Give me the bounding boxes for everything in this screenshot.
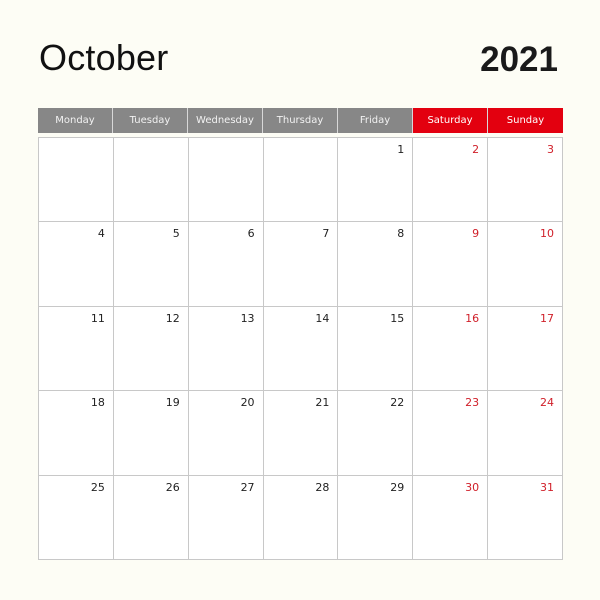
day-cell[interactable]: 1: [338, 138, 414, 223]
empty-day-cell[interactable]: [188, 138, 264, 223]
day-header-wednesday: Wednesday: [188, 108, 263, 133]
day-cell[interactable]: 5: [113, 222, 189, 307]
day-number: 5: [172, 227, 180, 241]
day-number: 17: [539, 311, 554, 325]
day-cell[interactable]: 7: [263, 222, 339, 307]
day-cell[interactable]: 18: [39, 391, 114, 476]
day-cell[interactable]: 17: [488, 306, 563, 392]
day-cell[interactable]: 8: [338, 222, 414, 307]
day-cell[interactable]: 19: [113, 391, 189, 476]
day-cell[interactable]: 30: [413, 475, 489, 560]
day-number: 10: [539, 227, 554, 241]
empty-day-cell[interactable]: [113, 138, 189, 223]
day-number: 22: [390, 396, 405, 410]
day-number: 20: [240, 396, 255, 410]
day-number: 26: [165, 480, 180, 494]
day-cell[interactable]: 27: [188, 475, 264, 560]
day-header-thursday: Thursday: [263, 108, 338, 133]
day-number: 15: [390, 311, 405, 325]
day-cell[interactable]: 10: [488, 222, 563, 307]
day-cell[interactable]: 15: [338, 306, 414, 392]
day-header-saturday: Saturday: [413, 108, 488, 133]
day-cell[interactable]: 6: [188, 222, 264, 307]
day-number: 12: [165, 311, 180, 325]
day-number: 23: [465, 396, 480, 410]
day-number: 2: [472, 143, 480, 156]
day-number: 24: [539, 396, 554, 410]
day-cell[interactable]: 21: [263, 391, 339, 476]
day-number: 18: [90, 396, 105, 410]
day-number: 11: [90, 311, 105, 325]
day-number: 14: [315, 311, 330, 325]
day-number: 29: [390, 480, 405, 494]
day-cell[interactable]: 14: [263, 306, 339, 392]
day-number: 4: [97, 227, 105, 241]
day-cell[interactable]: 16: [413, 306, 489, 392]
day-cell[interactable]: 9: [413, 222, 489, 307]
empty-day-cell[interactable]: [39, 138, 114, 223]
day-number: 30: [465, 480, 480, 494]
weekday-header-row: Monday Tuesday Wednesday Thursday Friday…: [38, 108, 563, 133]
day-cell[interactable]: 24: [488, 391, 563, 476]
day-cell[interactable]: 25: [39, 475, 114, 560]
day-number: 16: [465, 311, 480, 325]
year-title: 2021: [480, 40, 558, 79]
day-number: 21: [315, 396, 330, 410]
day-cell[interactable]: 29: [338, 475, 414, 560]
calendar-grid: 1 2 3 4 5 6 7 8 9 10 11 12 13 14 15 16 17 18 19 20 21 22 23 24 2…: [38, 137, 563, 560]
day-number: 8: [397, 227, 405, 241]
day-number: 28: [315, 480, 330, 494]
day-cell[interactable]: 28: [263, 475, 339, 560]
day-number: 19: [165, 396, 180, 410]
day-number: 31: [539, 480, 554, 494]
day-header-tuesday: Tuesday: [113, 108, 188, 133]
month-title: October: [39, 37, 169, 78]
day-number: 13: [240, 311, 255, 325]
empty-day-cell[interactable]: [263, 138, 339, 223]
day-header-friday: Friday: [338, 108, 413, 133]
day-number: 9: [472, 227, 480, 241]
day-header-sunday: Sunday: [488, 108, 563, 133]
day-cell[interactable]: 20: [188, 391, 264, 476]
day-cell[interactable]: 22: [338, 391, 414, 476]
day-cell[interactable]: 11: [39, 306, 114, 392]
day-number: 3: [546, 143, 554, 156]
day-cell[interactable]: 12: [113, 306, 189, 392]
day-cell[interactable]: 4: [39, 222, 114, 307]
day-cell[interactable]: 3: [488, 138, 563, 223]
day-number: 1: [397, 143, 405, 156]
day-number: 25: [90, 480, 105, 494]
day-number: 6: [247, 227, 255, 241]
day-header-monday: Monday: [38, 108, 113, 133]
day-cell[interactable]: 13: [188, 306, 264, 392]
day-cell[interactable]: 26: [113, 475, 189, 560]
day-cell[interactable]: 31: [488, 475, 563, 560]
day-cell[interactable]: 2: [413, 138, 489, 223]
day-number: 7: [322, 227, 330, 241]
day-number: 27: [240, 480, 255, 494]
day-cell[interactable]: 23: [413, 391, 489, 476]
